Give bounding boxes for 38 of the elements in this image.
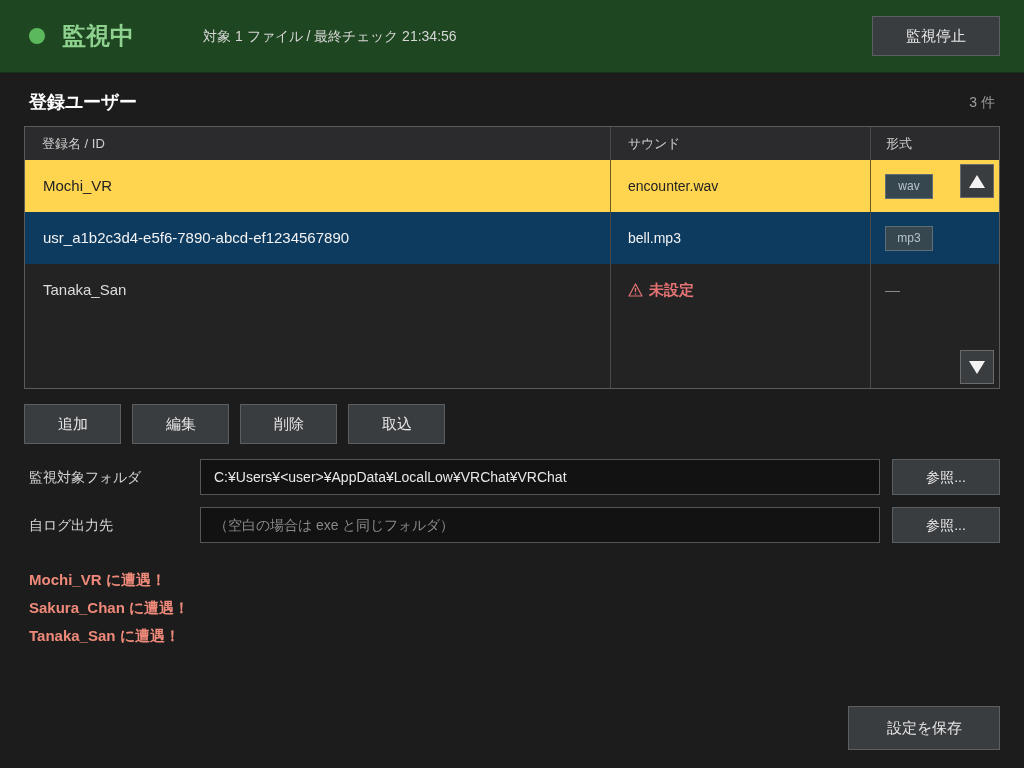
format-badge: mp3 (885, 225, 933, 251)
user-count: 3 件 (969, 92, 996, 112)
field-label: 自ログ出力先 (28, 515, 114, 535)
triangle-down-icon (969, 360, 985, 374)
column-header: 形式 (886, 134, 912, 153)
save-button[interactable]: 設定を保存 (848, 706, 1000, 750)
section-title: 登録ユーザー (28, 90, 137, 114)
status-summary: 対象 1 ファイル / 最終チェック 21:34:56 (203, 26, 457, 46)
action-button[interactable]: 取込 (348, 404, 445, 444)
stop-button[interactable]: 監視停止 (872, 16, 1000, 56)
user-name: Tanaka_San (43, 279, 127, 300)
folder-field[interactable]: C:¥Users¥<user>¥AppData¥LocalLow¥VRChat¥VRChat (200, 459, 880, 495)
user-name: usr_a1b2c3d4-e5f6-7890-abcd-ef1234567890 (43, 227, 350, 248)
triangle-up-icon (969, 174, 985, 188)
field-label: 監視対象フォルダ (28, 467, 142, 487)
encounter-message: Mochi_VR に遭遇！ (29, 569, 166, 590)
warning-icon (628, 283, 643, 297)
scroll-up-button[interactable] (960, 164, 994, 198)
column-header: 登録名 / ID (42, 134, 105, 153)
action-button[interactable]: 編集 (132, 404, 229, 444)
sound-file: bell.mp3 (628, 228, 681, 248)
sound-file: encounter.wav (628, 176, 719, 196)
encounter-message: Tanaka_San に遭遇！ (29, 625, 180, 646)
format-badge: wav (885, 173, 933, 199)
user-name: Mochi_VR (43, 175, 113, 196)
encounter-message: Sakura_Chan に遭遇！ (29, 597, 190, 618)
action-button[interactable]: 追加 (24, 404, 121, 444)
user-row[interactable]: usr_a1b2c3d4-e5f6-7890-abcd-ef1234567890 bell.mp3 mp3 (25, 212, 999, 264)
status-title: 監視中 (62, 21, 135, 51)
action-button[interactable]: 削除 (240, 404, 337, 444)
column-header: サウンド (628, 134, 680, 153)
scroll-down-button[interactable] (960, 350, 994, 384)
format-dash: — (885, 279, 900, 300)
folder-field[interactable]: （空白の場合は exe と同じフォルダ） (200, 507, 880, 543)
user-row[interactable]: Mochi_VR encounter.wav wav (25, 160, 999, 212)
browse-button[interactable]: 参照... (892, 507, 1000, 543)
sound-missing: 未設定 (649, 279, 694, 300)
browse-button[interactable]: 参照... (892, 459, 1000, 495)
